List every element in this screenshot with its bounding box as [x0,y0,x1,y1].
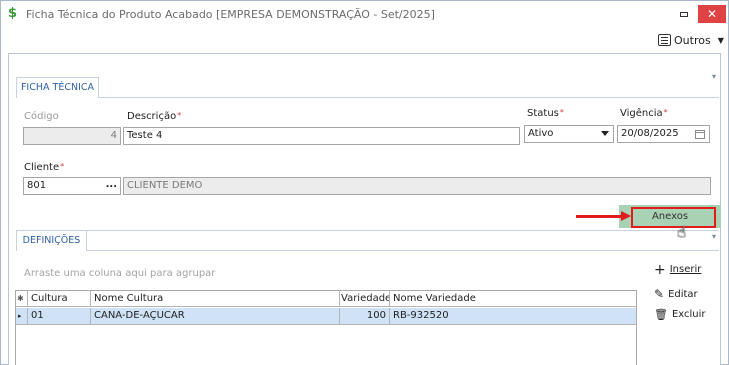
row-pointer-icon: ▸ [16,308,28,324]
tab-ficha-tecnica[interactable]: FICHA TÉCNICA [16,77,99,98]
cell-variedade: 100 [340,308,390,324]
cliente-label: Cliente* [24,162,65,173]
calendar-icon[interactable] [695,130,705,139]
app-icon: $ [8,6,18,21]
minimize-restore-button[interactable] [677,8,691,20]
editar-label: Editar [668,288,698,300]
outros-label: Outros [674,33,711,47]
col-header-variedade[interactable]: Variedade [340,291,390,307]
definicoes-grid: ✱ Cultura Nome Cultura Variedade Nome Va… [15,290,637,365]
window: $ Ficha Técnica do Produto Acabado [EMPR… [0,0,729,365]
dropdown-arrow-icon [601,131,609,136]
highlight-box [631,207,716,228]
tab-strip-divider-2 [87,250,719,251]
descricao-label: Descrição* [127,111,182,122]
window-title: Ficha Técnica do Produto Acabado [EMPRES… [26,8,435,21]
cliente-lookup-button[interactable]: ... [106,179,117,190]
annotation-arrow-head [621,211,631,221]
main-panel: FICHA TÉCNICA ▾ Código 4 Descrição* Test… [8,53,721,365]
vigencia-label: Vigência* [620,108,668,119]
section-divider [87,230,719,231]
toolbar: Outros ▼ [1,27,728,49]
table-row[interactable]: ▸ 01 CANA-DE-AÇUCAR 100 RB-932520 [16,308,636,325]
status-select[interactable]: Ativo [524,125,614,143]
codigo-field: 4 [23,127,121,145]
tab-definicoes[interactable]: DEFINIÇÕES [16,230,87,251]
codigo-label: Código [24,111,59,122]
cliente-code-input[interactable]: 801 ... [23,177,121,195]
col-header-nome-cultura[interactable]: Nome Cultura [91,291,340,307]
status-value: Ativo [528,128,554,139]
cliente-code-value: 801 [27,180,47,191]
tab-strip-divider [99,97,719,98]
grid-header: ✱ Cultura Nome Cultura Variedade Nome Va… [16,291,636,307]
plus-icon: + [654,261,666,278]
annotation-arrow [576,215,624,218]
inserir-label: Inserir [669,264,702,275]
outros-menu-button[interactable]: Outros ▼ [658,32,724,48]
cell-nome-variedade: RB-932520 [393,310,449,321]
vigencia-date-input[interactable]: 20/08/2025 [617,125,710,143]
edit-icon: ✎ [654,287,665,301]
title-bar: $ Ficha Técnica do Produto Acabado [EMPR… [1,1,728,27]
status-label: Status* [527,108,564,119]
chevron-down-icon: ▼ [717,35,724,45]
col-header-nome-variedade[interactable]: Nome Variedade [390,291,636,307]
row-indicator-header: ✱ [16,291,28,307]
list-icon [658,34,671,46]
col-header-cultura[interactable]: Cultura [28,291,91,307]
inserir-button[interactable]: + Inserir [654,261,702,278]
vigencia-value: 20/08/2025 [621,128,679,139]
collapse-chevron-icon[interactable]: ▾ [712,72,716,81]
collapse-chevron-icon-2[interactable]: ▾ [712,232,716,241]
editar-button[interactable]: ✎ Editar [654,287,698,301]
hand-cursor-icon: ☝ [677,223,687,241]
excluir-button[interactable]: 🗑 Excluir [654,308,706,321]
cliente-name-field: CLIENTE DEMO [123,177,711,195]
group-by-hint[interactable]: Arraste uma coluna aqui para agrupar [24,268,215,279]
excluir-label: Excluir [671,309,706,320]
cell-nome-cultura: CANA-DE-AÇUCAR [91,308,340,324]
trash-icon: 🗑 [654,308,668,321]
descricao-input[interactable]: Teste 4 [123,127,520,145]
cell-cultura: 01 [28,308,91,324]
close-button[interactable]: ✕ [698,5,726,23]
